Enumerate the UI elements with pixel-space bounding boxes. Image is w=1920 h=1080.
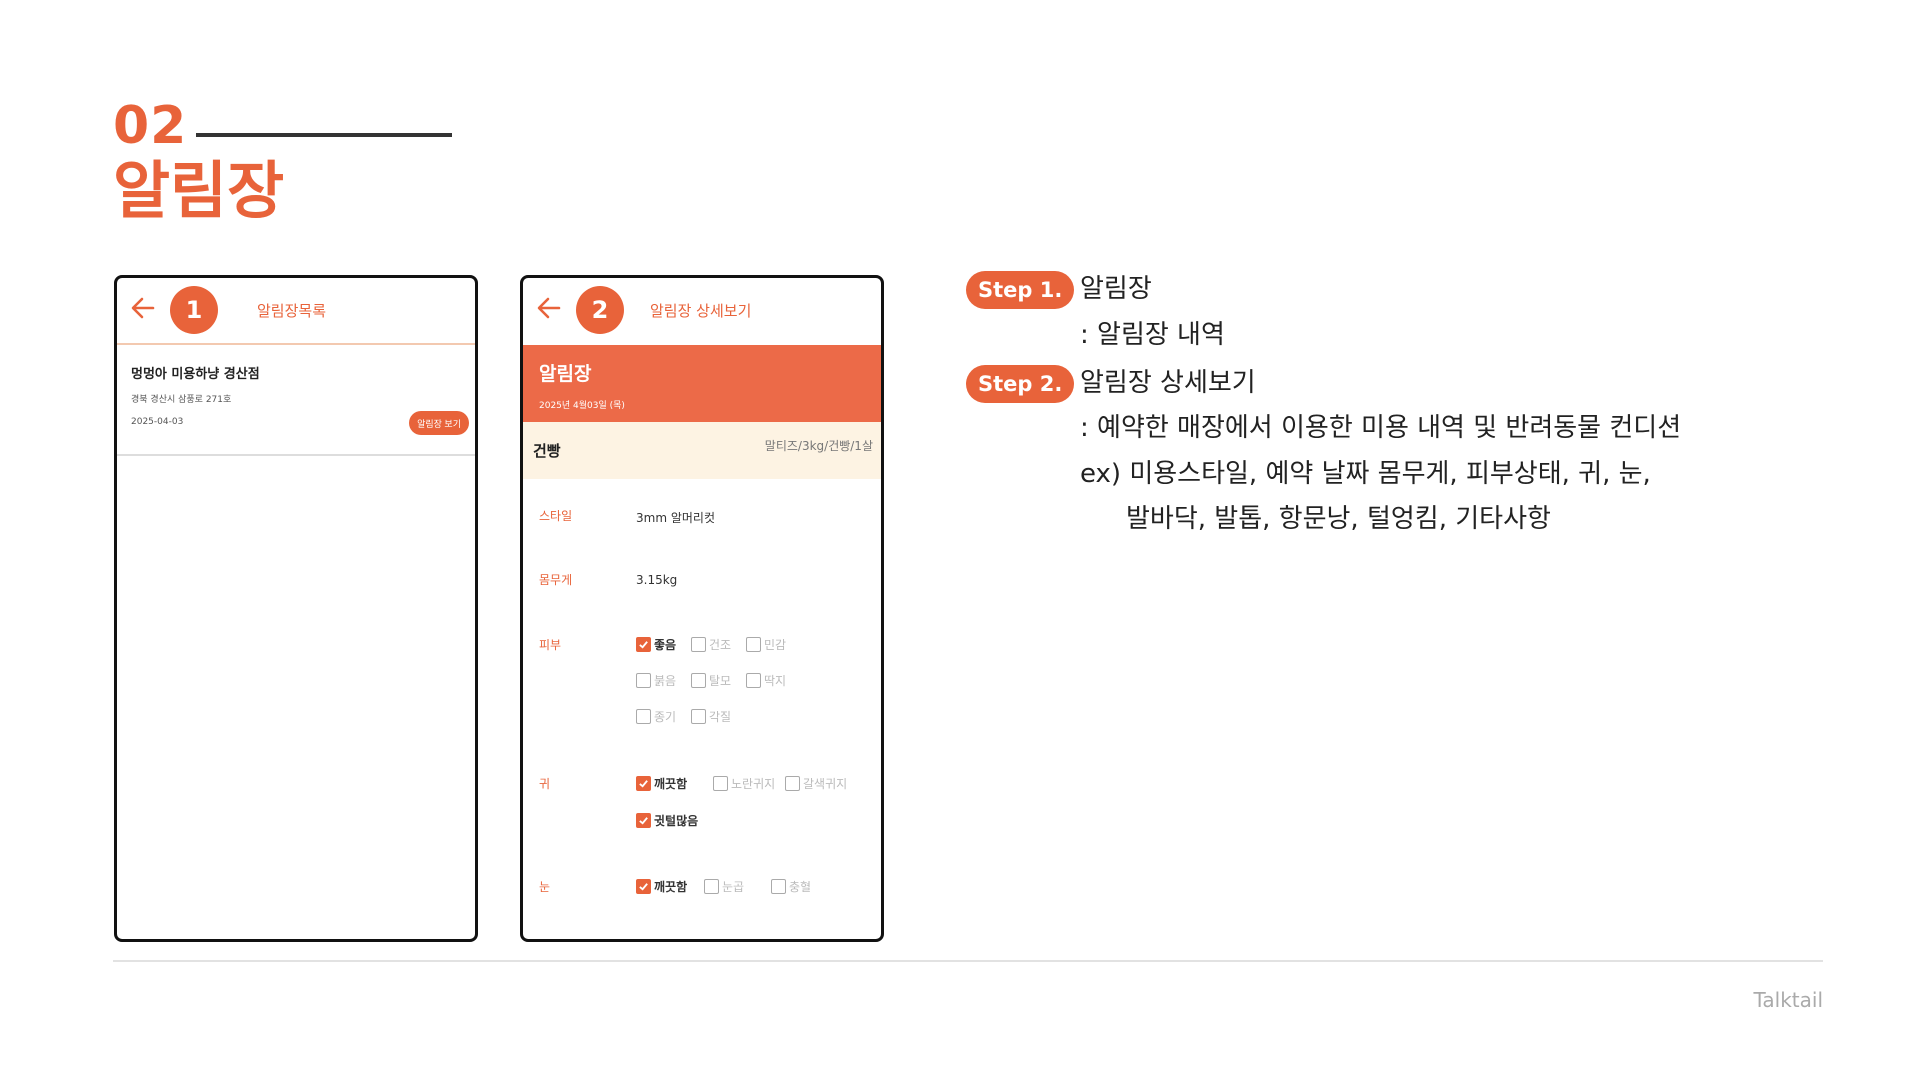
skin-label: 피부 <box>539 638 562 652</box>
detail-body: 스타일 3mm 알머리컷 몸무게 3.15kg 피부 좋음 건조 민감 붉음 탈… <box>523 479 881 939</box>
banner-title: 알림장 <box>539 363 592 385</box>
section-divider <box>196 133 452 137</box>
step-badge-2: 2 <box>576 286 624 334</box>
style-value: 3mm 알머리컷 <box>636 511 715 525</box>
step-badge-1: 1 <box>170 286 218 334</box>
step2-pill: Step 2. <box>966 365 1075 403</box>
shop-address: 경북 경산시 삼풍로 271호 <box>131 395 232 405</box>
phone1-title: 알림장목록 <box>257 302 327 320</box>
checkbox-icon <box>713 776 728 791</box>
list-item[interactable]: 멍멍아 미용하냥 경산점 경북 경산시 삼풍로 271호 2025-04-03 … <box>117 345 475 456</box>
view-notice-button[interactable]: 알림장 보기 <box>409 411 469 435</box>
section-title: 알림장 <box>113 154 285 227</box>
skin-option[interactable]: 건조 <box>691 636 731 653</box>
skin-option[interactable]: 각질 <box>691 708 731 725</box>
notice-banner: 알림장 2025년 4월03일 (목) <box>523 345 881 422</box>
footer-divider <box>113 960 1823 962</box>
eye-option[interactable]: 깨끗함 <box>636 878 687 895</box>
ear-option[interactable]: 노란귀지 <box>713 775 775 792</box>
checkbox-icon <box>691 673 706 688</box>
skin-option[interactable]: 종기 <box>636 708 676 725</box>
step1-pill: Step 1. <box>966 271 1075 309</box>
ear-option[interactable]: 깨끗함 <box>636 775 687 792</box>
eye-label: 눈 <box>539 880 551 894</box>
step2-example-line2: 발바닥, 발톱, 항문낭, 털엉킴, 기타사항 <box>1126 504 1551 534</box>
skin-option[interactable]: 붉음 <box>636 672 676 689</box>
checkbox-icon <box>746 673 761 688</box>
brand-name: Talktail <box>1753 988 1823 1012</box>
phone-notice-detail: 2 알림장 상세보기 알림장 2025년 4월03일 (목) 건빵 말티즈/3k… <box>520 275 884 942</box>
skin-option[interactable]: 좋음 <box>636 636 676 653</box>
step1-desc: : 알림장 내역 <box>1080 320 1225 350</box>
skin-option[interactable]: 탈모 <box>691 672 731 689</box>
weight-value: 3.15kg <box>636 573 678 587</box>
weight-label: 몸무게 <box>539 573 573 587</box>
section-number: 02 <box>113 96 188 156</box>
banner-date: 2025년 4월03일 (목) <box>539 401 625 411</box>
pet-info: 말티즈/3kg/건빵/1살 <box>764 439 873 453</box>
checkbox-icon <box>691 637 706 652</box>
eye-option[interactable]: 충혈 <box>771 878 811 895</box>
step2-desc: : 예약한 매장에서 이용한 미용 내역 및 반려동물 컨디션 <box>1080 413 1682 443</box>
phone2-title: 알림장 상세보기 <box>650 302 752 320</box>
skin-option[interactable]: 딱지 <box>746 672 786 689</box>
style-label: 스타일 <box>539 509 573 523</box>
checkbox-checked-icon <box>636 813 651 828</box>
checkbox-checked-icon <box>636 879 651 894</box>
back-arrow-icon[interactable] <box>127 292 159 324</box>
ear-option[interactable]: 귓털많음 <box>636 812 698 829</box>
shop-name: 멍멍아 미용하냥 경산점 <box>131 367 260 382</box>
ear-option[interactable]: 갈색귀지 <box>785 775 847 792</box>
checkbox-icon <box>636 673 651 688</box>
phone-notice-list: 1 알림장목록 멍멍아 미용하냥 경산점 경북 경산시 삼풍로 271호 202… <box>114 275 478 942</box>
checkbox-checked-icon <box>636 776 651 791</box>
checkbox-icon <box>691 709 706 724</box>
checkbox-icon <box>704 879 719 894</box>
checkbox-icon <box>771 879 786 894</box>
back-arrow-icon[interactable] <box>533 292 565 324</box>
step1-title: 알림장 <box>1080 274 1152 304</box>
checkbox-checked-icon <box>636 637 651 652</box>
phone2-header: 2 알림장 상세보기 <box>523 278 881 345</box>
pet-summary: 건빵 말티즈/3kg/건빵/1살 <box>523 422 881 479</box>
skin-option[interactable]: 민감 <box>746 636 786 653</box>
checkbox-icon <box>746 637 761 652</box>
step2-title: 알림장 상세보기 <box>1080 368 1256 398</box>
checkbox-icon <box>785 776 800 791</box>
phone1-header: 1 알림장목록 <box>117 278 475 345</box>
step2-example-line1: ex) 미용스타일, 예약 날짜 몸무게, 피부상태, 귀, 눈, <box>1080 459 1651 489</box>
pet-name: 건빵 <box>533 442 561 460</box>
checkbox-icon <box>636 709 651 724</box>
ear-label: 귀 <box>539 777 551 791</box>
eye-option[interactable]: 눈곱 <box>704 878 744 895</box>
